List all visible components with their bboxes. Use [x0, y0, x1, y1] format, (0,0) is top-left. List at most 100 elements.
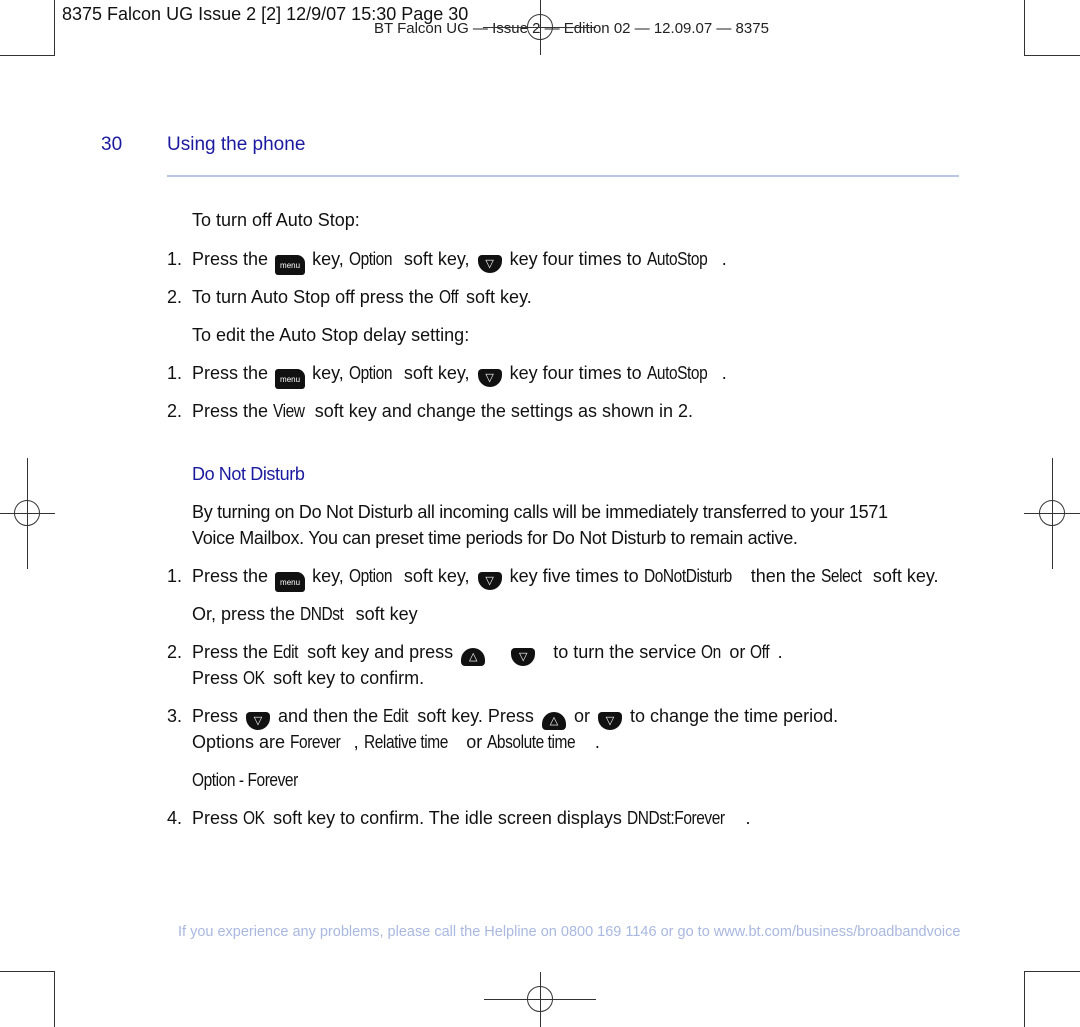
step-text: soft key to confirm.: [273, 668, 425, 688]
auto-stop-edit-intro: To edit the Auto Stop delay setting:: [192, 325, 470, 345]
step-text: soft key,: [403, 249, 470, 269]
page-number: 30: [101, 134, 123, 155]
step-text: .: [721, 363, 727, 383]
step-text: key,: [312, 249, 344, 269]
dnd-step-4: 4. Press OK soft key to confirm. The idle…: [167, 808, 750, 829]
setting-value-off: Off: [750, 642, 770, 662]
setting-value-on: On: [701, 642, 722, 662]
step-text: Press the: [192, 401, 269, 421]
step-text: Press: [192, 706, 239, 726]
idle-screen-status: DNDst:Forever: [626, 808, 725, 828]
step-text: .: [721, 249, 727, 269]
step-text: .: [594, 732, 600, 752]
nav-down-key-icon: ▽: [477, 572, 502, 590]
nav-up-key-icon: △: [461, 648, 486, 666]
auto-stop-edit-step-2: 2. Press the View soft key and change the…: [167, 401, 693, 422]
step-number: 1.: [167, 566, 183, 586]
step-text: and then the: [278, 706, 379, 726]
step-text: Press the: [192, 642, 269, 662]
step-text: Press the: [192, 249, 269, 269]
dnd-heading: Do Not Disturb: [192, 464, 305, 484]
step-text: key,: [312, 363, 344, 383]
step-text: soft key.: [872, 566, 939, 586]
nav-down-key-icon: ▽: [597, 712, 622, 730]
softkey-label-dndst: DNDst: [300, 604, 344, 624]
step-text: key four times to: [509, 249, 642, 269]
running-header: BT Falcon UG — Issue 2 — Edition 02 — 12…: [374, 20, 769, 37]
helpline-footer: If you experience any problems, please c…: [178, 924, 960, 940]
step-number: 4.: [167, 808, 183, 828]
menu-key-icon: menu: [275, 255, 306, 275]
step-text: key five times to: [509, 566, 639, 586]
dnd-step-1: 1. Press the menu key, Option soft key, ▽…: [167, 566, 939, 592]
section-title: Using the phone: [167, 134, 306, 155]
step-text: soft key to confirm. The idle screen dis…: [273, 808, 622, 828]
step-number: 3.: [167, 706, 183, 726]
dnd-step-2-confirm: Press OK soft key to confirm.: [192, 668, 424, 689]
softkey-label-option: Option: [348, 566, 392, 586]
step-text: or: [573, 706, 590, 726]
step-text: soft key.: [466, 287, 532, 307]
step-number: 1.: [167, 363, 183, 383]
auto-stop-off-intro: To turn off Auto Stop:: [192, 210, 360, 230]
menu-item-autostop: AutoStop: [646, 249, 708, 269]
menu-item-donotdisturb: DoNotDisturb: [643, 566, 732, 586]
step-number: 2.: [167, 642, 183, 662]
auto-stop-edit-step-1: 1. Press the menu key, Option soft key, ▽…: [167, 363, 727, 389]
step-number: 2.: [167, 287, 183, 307]
option-forever: Forever: [290, 732, 341, 752]
nav-down-key-icon: ▽: [477, 255, 502, 273]
step-text: Press the: [192, 363, 269, 383]
step-text: or: [729, 642, 746, 662]
softkey-label-off: Off: [438, 287, 459, 307]
dnd-step-2: 2. Press the Edit soft key and press △ ▽ …: [167, 642, 783, 666]
step-number: 2.: [167, 401, 183, 421]
footer-text: If you experience any problems, please c…: [178, 924, 557, 940]
heading-rule: [167, 175, 959, 177]
step-text: Press the: [192, 566, 269, 586]
helpline-phone-number: 0800 169 1146: [560, 924, 657, 940]
step-text: to turn the service: [553, 642, 697, 662]
step-text: soft key: [355, 604, 418, 624]
step-text: Press: [192, 808, 239, 828]
step-text: Or, press the: [192, 604, 296, 624]
step-text: Press: [192, 668, 239, 688]
step-text: soft key,: [403, 566, 470, 586]
step-text: soft key and change the settings as show…: [314, 401, 694, 421]
step-text: soft key and press: [307, 642, 454, 662]
nav-down-key-icon: ▽: [246, 712, 271, 730]
softkey-label-select: Select: [820, 566, 862, 586]
step-text: soft key,: [403, 363, 470, 383]
step-text: .: [745, 808, 751, 828]
step-text: to change the time period.: [629, 706, 839, 726]
dnd-or-line: Or, press the DNDst soft key: [192, 604, 418, 625]
step-text: Options are: [192, 732, 286, 752]
dnd-paragraph-line-1: By turning on Do Not Disturb all incomin…: [192, 502, 888, 522]
menu-key-icon: menu: [275, 369, 306, 389]
softkey-label-edit: Edit: [383, 706, 409, 726]
softkey-label-ok: OK: [243, 808, 265, 828]
auto-stop-off-step-1: 1. Press the menu key, Option soft key, ▽…: [167, 249, 727, 275]
step-text: key four times to: [509, 363, 642, 383]
step-text: To turn Auto Stop off press the: [192, 287, 434, 307]
dnd-step-3-options: Options are Forever , Relative time or A…: [192, 732, 600, 753]
footer-text: or go to: [660, 924, 710, 940]
step-text: then the: [750, 566, 816, 586]
menu-item-autostop: AutoStop: [646, 363, 708, 383]
dnd-option-line: Option - Forever: [192, 770, 315, 791]
step-text: or: [466, 732, 483, 752]
nav-up-key-icon: △: [541, 712, 566, 730]
option-forever-label: Option - Forever: [192, 770, 298, 790]
softkey-label-ok: OK: [243, 668, 265, 688]
nav-down-key-icon: ▽: [477, 369, 502, 387]
nav-down-key-icon: ▽: [511, 648, 536, 666]
softkey-label-view: View: [273, 401, 305, 421]
step-number: 1.: [167, 249, 183, 269]
dnd-step-3: 3. Press ▽ and then the Edit soft key. Pr…: [167, 706, 838, 730]
support-url-link[interactable]: www.bt.com/business/broadbandvoice: [714, 924, 961, 940]
step-text: key,: [312, 566, 344, 586]
step-text: soft key. Press: [417, 706, 534, 726]
auto-stop-off-step-2: 2. To turn Auto Stop off press the Off so…: [167, 287, 532, 308]
softkey-label-option: Option: [348, 363, 392, 383]
menu-key-icon: menu: [275, 572, 306, 592]
